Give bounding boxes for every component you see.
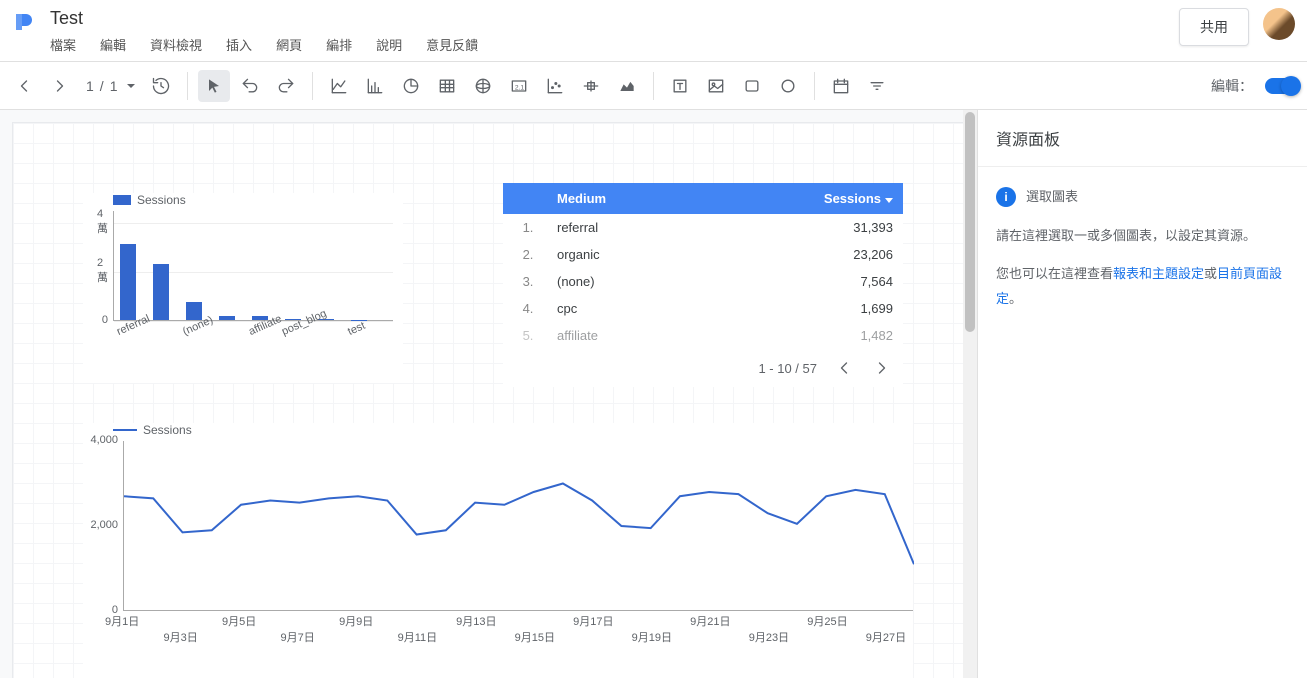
page-current: 1 [86,78,94,94]
legend-label: Sessions [137,193,186,207]
history-icon[interactable] [145,70,177,102]
panel-body: i 選取圖表 請在這裡選取一或多個圖表，以設定其資源。 您也可以在這裡查看報表和… [978,167,1307,330]
table-row[interactable]: 3.(none)7,564 [503,268,903,295]
table-footer: 1 - 10 / 57 [503,349,903,387]
legend-swatch-icon [113,195,131,205]
vertical-scrollbar[interactable] [963,110,977,678]
panel-text: 或 [1204,266,1217,281]
col-sessions[interactable]: Sessions [783,183,903,214]
line-chart-plot: 02,0004,000 [123,441,913,611]
separator [187,72,188,100]
toolbar: 1 / 1 2.1 編輯： [0,62,1307,110]
rectangle-icon[interactable] [736,70,768,102]
circle-icon[interactable] [772,70,804,102]
separator [312,72,313,100]
nav-prev-button[interactable] [8,70,40,102]
filter-icon[interactable] [861,70,893,102]
text-icon[interactable] [664,70,696,102]
menu-data-view[interactable]: 資料檢視 [150,35,202,54]
report-canvas[interactable]: Sessions 02萬4萬 referral(none)affiliatepo… [12,122,965,678]
pie-chart-icon[interactable] [395,70,427,102]
panel-paragraph-2: 您也可以在這裡查看報表和主題設定或目前頁面設定。 [996,262,1289,311]
title-area: Test 檔案 編輯 資料檢視 插入 網頁 編排 說明 意見反饋 [50,8,1179,54]
bar-chart-legend: Sessions [113,193,403,207]
app-logo-icon [12,10,36,34]
legend-label: Sessions [143,423,192,437]
line-chart-widget[interactable]: Sessions 02,0004,000 9月1日9月5日9月9日9月13日9月… [83,423,913,678]
svg-text:2.1: 2.1 [515,84,525,91]
undo-icon[interactable] [234,70,266,102]
page-next-button[interactable] [871,357,893,379]
panel-info-row: i 選取圖表 [996,185,1289,210]
bar-chart-plot: 02萬4萬 [113,211,393,321]
edit-mode-toggle[interactable] [1265,78,1299,94]
chevron-down-icon [127,84,135,88]
separator [653,72,654,100]
edit-mode-label: 編輯： [1211,76,1253,96]
bullet-chart-icon[interactable] [575,70,607,102]
document-title[interactable]: Test [50,8,1179,29]
app-header: Test 檔案 編輯 資料檢視 插入 網頁 編排 說明 意見反饋 共用 [0,0,1307,62]
main: Sessions 02萬4萬 referral(none)affiliatepo… [0,110,1307,678]
report-theme-settings-link[interactable]: 報表和主題設定 [1113,266,1204,281]
nav-next-button[interactable] [44,70,76,102]
table-chart-icon[interactable] [431,70,463,102]
page-prev-button[interactable] [833,357,855,379]
image-icon[interactable] [700,70,732,102]
table-row[interactable]: 4.cpc1,699 [503,295,903,322]
panel-info-label: 選取圖表 [1026,185,1078,210]
table-row[interactable]: 2.organic23,206 [503,241,903,268]
date-range-icon[interactable] [825,70,857,102]
canvas-wrap: Sessions 02萬4萬 referral(none)affiliatepo… [0,110,977,678]
panel-text: 。 [1009,291,1022,306]
menu-bar: 檔案 編輯 資料檢視 插入 網頁 編排 說明 意見反饋 [50,35,1179,54]
line-chart-legend: Sessions [113,423,913,437]
panel-text: 您也可以在這裡查看 [996,266,1113,281]
redo-icon[interactable] [270,70,302,102]
share-button[interactable]: 共用 [1179,8,1249,46]
info-icon: i [996,187,1016,207]
menu-page[interactable]: 網頁 [276,35,302,54]
menu-arrange[interactable]: 編排 [326,35,352,54]
line-chart-xaxis: 9月1日9月5日9月9日9月13日9月17日9月21日9月25日9月3日9月7日… [123,611,913,651]
panel-title: 資源面板 [978,110,1307,167]
line-chart-icon[interactable] [323,70,355,102]
menu-help[interactable]: 說明 [376,35,402,54]
table-row[interactable]: 1.referral31,393 [503,214,903,241]
table-row[interactable]: 5.affiliate1,482 [503,322,903,349]
sort-desc-icon [885,198,893,203]
resource-panel: 資源面板 i 選取圖表 請在這裡選取一或多個圖表，以設定其資源。 您也可以在這裡… [977,110,1307,678]
page-total: 1 [110,78,118,94]
table-body: 1.referral31,3932.organic23,2063.(none)7… [503,214,903,349]
bar-chart-xaxis: referral(none)affiliatepost_blogtest [113,321,393,361]
menu-insert[interactable]: 插入 [226,35,252,54]
pagination-range: 1 - 10 / 57 [758,361,817,376]
table-widget[interactable]: Medium Sessions 1.referral31,3932.organi… [503,183,903,387]
page-sep: / [100,78,104,94]
legend-line-icon [113,429,137,431]
menu-edit[interactable]: 編輯 [100,35,126,54]
page-indicator[interactable]: 1 / 1 [86,78,135,94]
menu-file[interactable]: 檔案 [50,35,76,54]
scorecard-icon[interactable]: 2.1 [503,70,535,102]
scrollbar-thumb[interactable] [965,112,975,332]
bar-chart-icon[interactable] [359,70,391,102]
select-tool-icon[interactable] [198,70,230,102]
col-medium[interactable]: Medium [553,183,783,214]
separator [814,72,815,100]
avatar[interactable] [1263,8,1295,40]
bar-chart-widget[interactable]: Sessions 02萬4萬 referral(none)affiliatepo… [83,193,403,383]
scatter-chart-icon[interactable] [539,70,571,102]
geo-chart-icon[interactable] [467,70,499,102]
panel-paragraph-1: 請在這裡選取一或多個圖表，以設定其資源。 [996,224,1289,249]
area-chart-icon[interactable] [611,70,643,102]
table-header[interactable]: Medium Sessions [503,183,903,214]
menu-feedback[interactable]: 意見反饋 [426,35,478,54]
